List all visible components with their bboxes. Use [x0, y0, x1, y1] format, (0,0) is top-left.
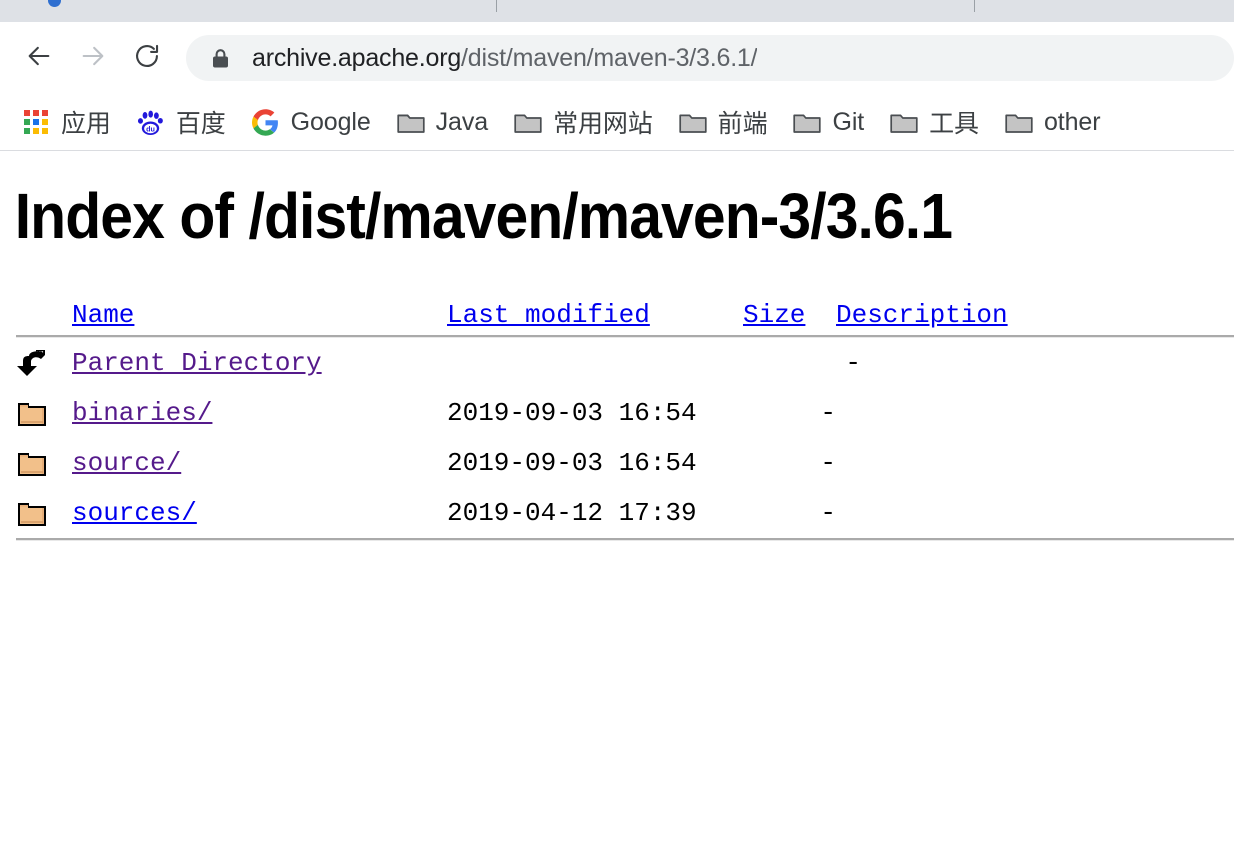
bookmark-folder-other[interactable]: other [1005, 102, 1101, 142]
page-title: Index of /dist/maven/maven-3/3.6.1 [14, 180, 953, 252]
bookmark-label: 前端 [717, 110, 768, 138]
folder-icon [396, 108, 425, 136]
tab-separator [974, 0, 975, 12]
listing-size-cell: - [820, 398, 836, 428]
sort-by-description-link[interactable]: Description [836, 300, 1008, 330]
bookmark-label: Git [832, 107, 865, 136]
listing-name-cell: sources/ [72, 498, 447, 528]
header-size-cell: Size [743, 300, 836, 330]
folder-icon [16, 394, 72, 432]
parent-directory-link[interactable]: Parent Directory [72, 348, 322, 378]
apps-grid-icon [22, 108, 50, 136]
tab-strip[interactable] [0, 0, 1234, 22]
bookmark-google[interactable]: Google [252, 102, 371, 142]
directory-listing: Name Last modified Size Description Pare… [0, 295, 1234, 541]
folder-icon [16, 494, 72, 532]
browser-toolbar: archive.apache.org/dist/maven/maven-3/3.… [0, 22, 1234, 94]
listing-name-cell: Parent Directory [72, 348, 447, 378]
bookmark-folder-frontend[interactable]: 前端 [679, 102, 768, 142]
directory-link-binaries[interactable]: binaries/ [72, 398, 212, 428]
header-description-cell: Description [836, 300, 1008, 330]
bookmark-label: 百度 [175, 110, 226, 138]
bookmark-label: 应用 [61, 110, 111, 138]
folder-icon [679, 108, 707, 136]
reload-icon [133, 42, 161, 75]
bookmark-folder-tools[interactable]: 工具 [890, 102, 979, 142]
tab-favicon [48, 0, 61, 7]
url-host: archive.apache.org [252, 43, 462, 72]
listing-size-cell: - [845, 348, 861, 378]
header-name-cell: Name [72, 300, 447, 330]
folder-icon [16, 444, 72, 482]
address-bar[interactable]: archive.apache.org/dist/maven/maven-3/3.… [186, 35, 1234, 81]
listing-date-cell: 2019-09-03 16:54 [447, 448, 697, 478]
bookmark-label: Java [435, 107, 489, 136]
bookmark-label: 常用网站 [553, 110, 653, 138]
listing-row: sources/ 2019-04-12 17:39 - [0, 488, 1234, 538]
listing-row: binaries/ 2019-09-03 16:54 - [0, 388, 1234, 438]
sort-by-size-link[interactable]: Size [743, 300, 805, 330]
bookmark-baidu[interactable]: du 百度 [137, 102, 226, 142]
bookmark-apps[interactable]: 应用 [22, 102, 111, 142]
listing-date-cell: 2019-04-12 17:39 [447, 498, 697, 528]
page-content: Index of /dist/maven/maven-3/3.6.1 Name … [0, 151, 1234, 862]
folder-icon [793, 108, 822, 136]
google-icon [252, 108, 280, 136]
footer-divider [16, 538, 1234, 541]
sort-by-name-link[interactable]: Name [72, 300, 134, 330]
bookmark-label: other [1043, 107, 1101, 136]
url-text: archive.apache.org/dist/maven/maven-3/3.… [252, 44, 757, 73]
back-button[interactable] [18, 37, 60, 79]
browser-chrome: archive.apache.org/dist/maven/maven-3/3.… [0, 0, 1234, 151]
listing-header-row: Name Last modified Size Description [0, 295, 1234, 335]
folder-icon [890, 108, 918, 136]
lock-icon[interactable] [210, 48, 230, 68]
url-path: /dist/maven/maven-3/3.6.1/ [461, 43, 758, 72]
bookmark-folder-common-sites[interactable]: 常用网站 [514, 102, 653, 142]
listing-date-cell: 2019-09-03 16:54 [447, 398, 697, 428]
listing-name-cell: binaries/ [72, 398, 447, 428]
header-icon-spacer [16, 296, 72, 334]
listing-row: source/ 2019-09-03 16:54 - [0, 438, 1234, 488]
folder-icon [514, 108, 542, 136]
arrow-right-icon [79, 42, 107, 75]
bookmarks-bar: 应用 du 百度 Google Java 常用网站 前端 Git 工具 othe… [0, 94, 1234, 151]
bookmark-label: Google [290, 107, 371, 136]
directory-link-sources[interactable]: sources/ [72, 498, 197, 528]
listing-row: Parent Directory - [0, 338, 1234, 388]
arrow-left-icon [25, 42, 53, 75]
svg-text:du: du [146, 124, 155, 133]
baidu-icon: du [137, 108, 165, 136]
tab-separator [496, 0, 497, 12]
forward-button[interactable] [72, 37, 114, 79]
listing-name-cell: source/ [72, 448, 447, 478]
bookmark-folder-java[interactable]: Java [396, 102, 489, 142]
listing-size-cell: - [820, 498, 836, 528]
reload-button[interactable] [126, 37, 168, 79]
directory-link-source[interactable]: source/ [72, 448, 181, 478]
sort-by-date-link[interactable]: Last modified [447, 300, 650, 330]
bookmark-label: 工具 [929, 110, 979, 138]
bookmark-folder-git[interactable]: Git [793, 102, 864, 142]
parent-directory-icon [16, 344, 72, 382]
listing-size-cell: - [820, 448, 836, 478]
folder-icon [1005, 108, 1033, 136]
header-date-cell: Last modified [447, 300, 743, 330]
